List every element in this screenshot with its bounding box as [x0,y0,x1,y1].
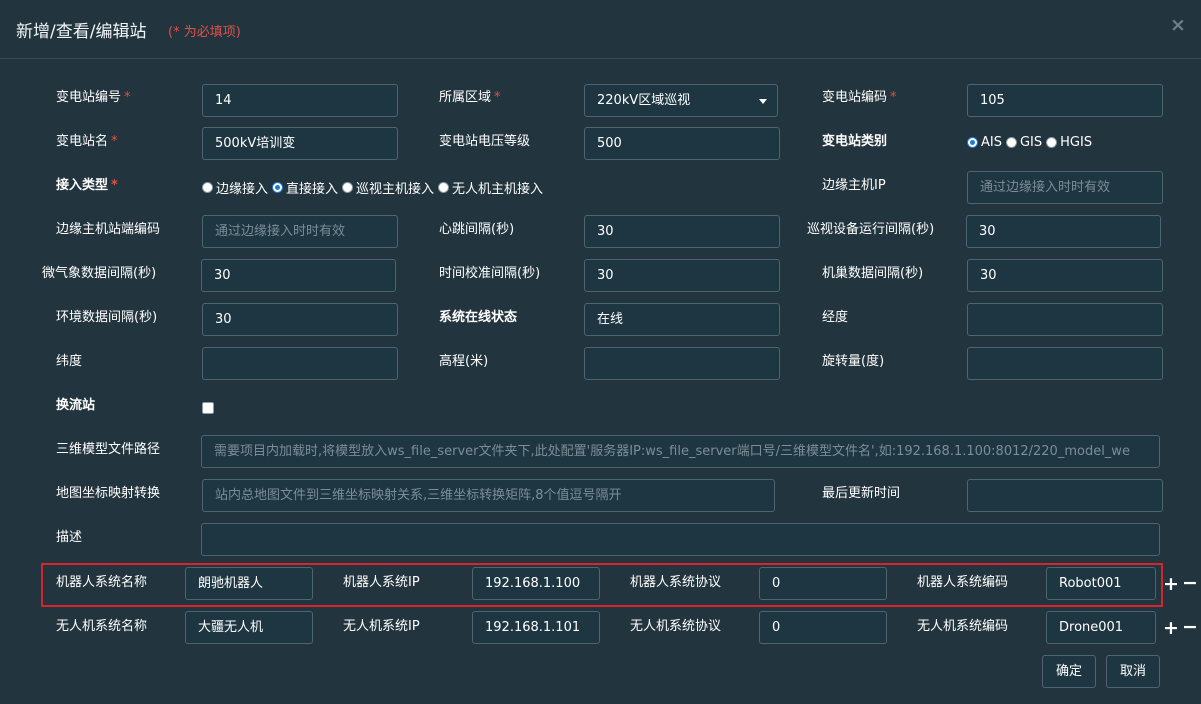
robot-ip-label: 机器人系统IP [343,575,420,590]
robot-name-label: 机器人系统名称 [56,575,148,590]
radio-selected-icon [967,137,978,148]
robot-code-label: 机器人系统编码 [917,575,1009,590]
station-name-label: 变电站名 * [56,134,118,149]
robot-protocol-input[interactable]: 0 [759,567,887,600]
last-update-label: 最后更新时间 [822,486,901,501]
drone-name-input[interactable]: 大疆无人机 [185,611,313,644]
description-input[interactable] [201,523,1160,556]
device-run-interval-label: 巡视设备运行间隔(秒) [807,222,935,237]
radio-icon [202,182,213,193]
station-code-label: 变电站编码 * [822,90,897,105]
station-type-radio-group: AIS GIS HGIS [967,135,1096,150]
radio-direct-access[interactable]: 直接接入 [272,178,338,197]
description-label: 描述 [56,530,83,545]
dialog-title: 新增/查看/编辑站 [16,22,147,42]
edge-host-ip-input[interactable]: 通过边缘接入时时有效 [967,171,1163,204]
heartbeat-interval-label: 心跳间隔(秒) [439,222,515,237]
region-select[interactable]: 220kV区域巡视 [584,84,778,117]
cancel-button[interactable]: 取消 [1106,655,1160,688]
drone-ip-input[interactable]: 192.168.1.101 [472,611,600,644]
radio-icon [1005,137,1017,148]
weather-interval-label: 微气象数据间隔(秒) [42,266,157,281]
model-path-label: 三维模型文件路径 [56,442,161,457]
radio-ais[interactable]: AIS [967,135,1002,150]
robot-code-input[interactable]: Robot001 [1046,567,1156,600]
station-no-label: 变电站编号 * [56,90,131,105]
weather-interval-input[interactable]: 30 [201,259,396,292]
access-type-radio-group: 边缘接入 直接接入 巡视主机接入 无人机主机接入 [202,178,547,197]
radio-selected-icon [272,182,284,193]
drone-protocol-input[interactable]: 0 [759,611,887,644]
radio-icon [342,182,354,193]
access-type-label: 接入类型 * [56,178,118,193]
drone-code-input[interactable]: Drone001 [1046,611,1156,644]
dialog-header: 新增/查看/编辑站 (* 为必填项) × [0,0,1201,59]
elevation-label: 高程(米) [439,354,489,369]
rotation-input[interactable] [967,347,1163,380]
longitude-label: 经度 [822,310,849,325]
map-transform-label: 地图坐标映射转换 [56,486,161,501]
radio-icon [438,182,450,193]
longitude-input[interactable] [967,303,1163,336]
latitude-input[interactable] [202,347,398,380]
last-update-input[interactable] [967,479,1163,512]
elevation-input[interactable] [584,347,780,380]
radio-patrol-host-access[interactable]: 巡视主机接入 [342,178,434,197]
close-icon[interactable]: × [1170,14,1186,36]
env-interval-label: 环境数据间隔(秒) [56,310,158,325]
drone-code-label: 无人机系统编码 [917,619,1009,634]
heartbeat-interval-input[interactable]: 30 [584,215,780,248]
converter-station-checkbox[interactable] [202,402,214,414]
online-status-input[interactable]: 在线 [584,303,780,336]
online-status-label: 系统在线状态 [439,310,518,325]
add-drone-icon[interactable]: + [1163,618,1179,638]
station-name-input[interactable]: 500kV培训变 [202,127,398,160]
required-note: (* 为必填项) [168,25,241,40]
device-run-interval-input[interactable]: 30 [966,215,1161,248]
voltage-level-input[interactable]: 500 [584,127,780,160]
station-code-input[interactable]: 105 [967,84,1163,117]
chevron-down-icon [759,99,767,104]
edge-station-code-label: 边缘主机站端编码 [56,222,161,237]
radio-gis[interactable]: GIS [1005,135,1042,150]
robot-protocol-label: 机器人系统协议 [630,575,722,590]
radio-hgis[interactable]: HGIS [1046,135,1092,150]
region-label: 所属区域 * [439,90,501,105]
drone-name-label: 无人机系统名称 [56,619,148,634]
add-robot-icon[interactable]: + [1163,574,1179,594]
time-sync-interval-input[interactable]: 30 [584,259,780,292]
nest-interval-label: 机巢数据间隔(秒) [822,266,924,281]
edge-host-ip-label: 边缘主机IP [822,178,886,193]
station-no-input[interactable]: 14 [202,84,398,117]
latitude-label: 纬度 [56,354,83,369]
voltage-level-label: 变电站电压等级 [439,134,531,149]
radio-edge-access[interactable]: 边缘接入 [202,178,268,197]
drone-protocol-label: 无人机系统协议 [630,619,722,634]
robot-ip-input[interactable]: 192.168.1.100 [472,567,600,600]
radio-icon [1046,137,1058,148]
map-transform-input[interactable]: 站内总地图文件到三维坐标映射关系,三维坐标转换矩阵,8个值逗号隔开 [202,479,775,512]
edge-station-code-input[interactable]: 通过边缘接入时时有效 [202,215,398,248]
radio-drone-host-access[interactable]: 无人机主机接入 [438,178,543,197]
converter-station-label: 换流站 [56,398,96,413]
confirm-button[interactable]: 确定 [1042,655,1096,688]
remove-drone-icon[interactable]: − [1182,617,1198,637]
robot-name-input[interactable]: 朗驰机器人 [185,567,313,600]
remove-robot-icon[interactable]: − [1182,573,1198,593]
model-path-input[interactable]: 需要项目内加载时,将模型放入ws_file_server文件夹下,此处配置'服务… [201,435,1160,468]
time-sync-interval-label: 时间校准间隔(秒) [439,266,541,281]
env-interval-input[interactable]: 30 [202,303,398,336]
drone-ip-label: 无人机系统IP [343,619,420,634]
rotation-label: 旋转量(度) [822,354,885,369]
station-type-label: 变电站类别 [822,134,888,149]
nest-interval-input[interactable]: 30 [967,259,1163,292]
